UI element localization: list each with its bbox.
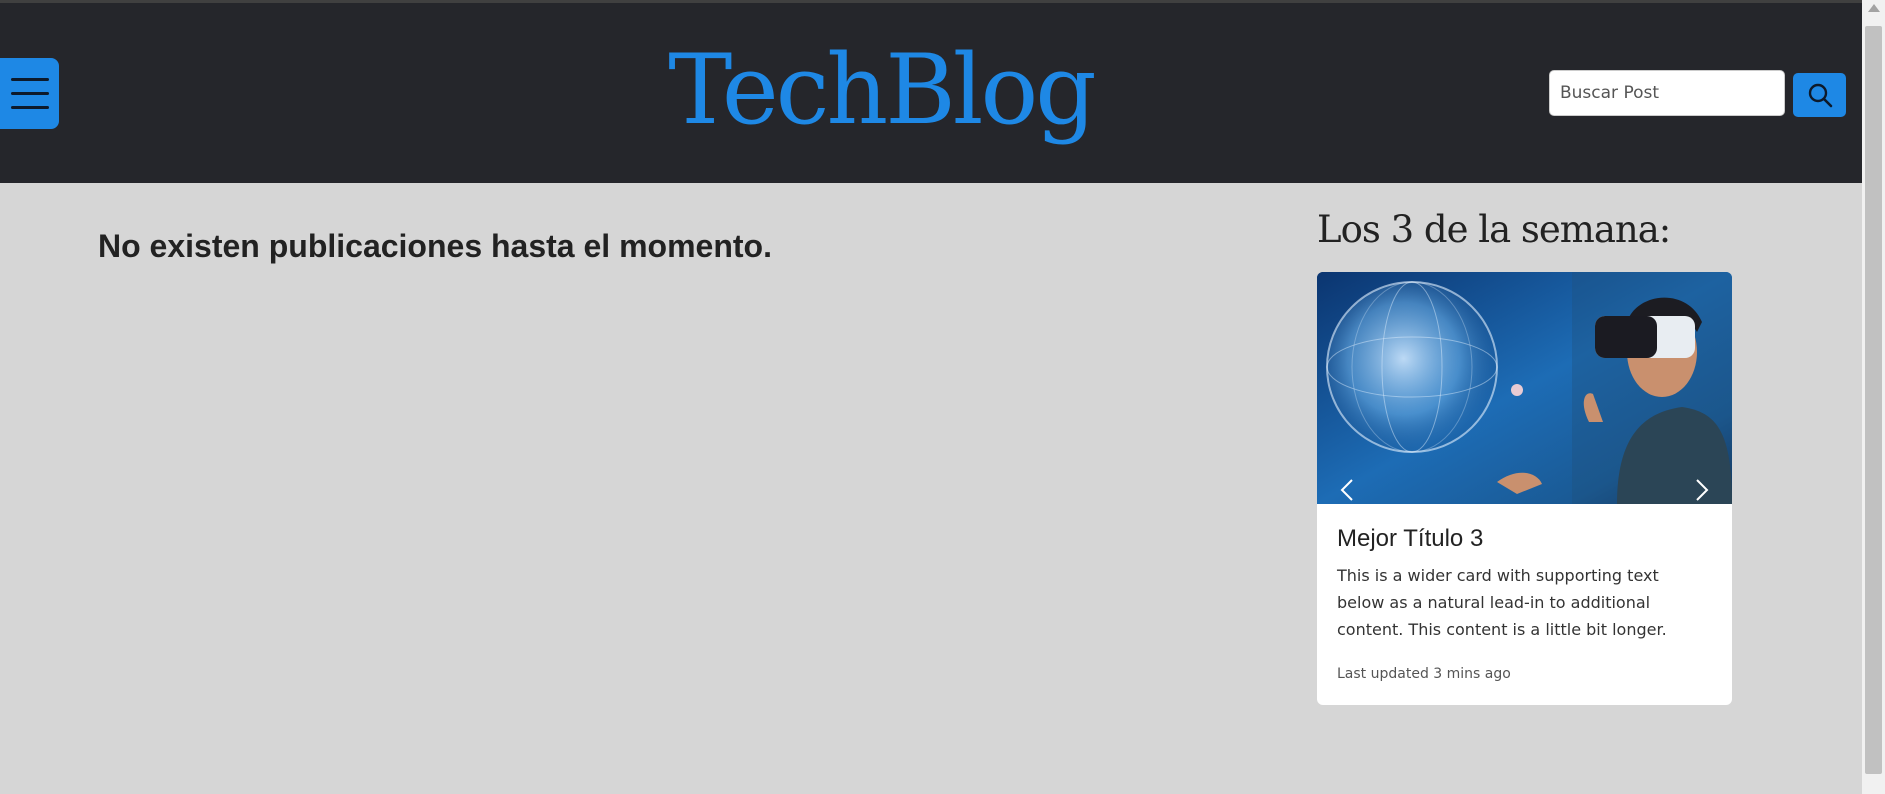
carousel-prev-icon[interactable] bbox=[1335, 477, 1361, 503]
scrollbar-thumb[interactable] bbox=[1865, 26, 1882, 774]
card-image bbox=[1317, 272, 1732, 504]
carousel-next-icon[interactable] bbox=[1688, 477, 1714, 503]
brand-title[interactable]: TechBlog bbox=[0, 35, 1762, 145]
scroll-up-arrow-icon[interactable] bbox=[1868, 4, 1880, 12]
search-button[interactable] bbox=[1793, 73, 1846, 117]
search-input[interactable] bbox=[1549, 70, 1785, 116]
card-text: This is a wider card with supporting tex… bbox=[1337, 566, 1667, 639]
search-icon bbox=[1808, 83, 1832, 108]
empty-posts-message: No existen publicaciones hasta el moment… bbox=[98, 228, 772, 264]
card-title[interactable]: Mejor Título 3 bbox=[1337, 525, 1483, 553]
navbar: TechBlog bbox=[0, 3, 1862, 183]
weekly-top-title: Los 3 de la semana: bbox=[1317, 208, 1671, 251]
vertical-scrollbar[interactable] bbox=[1862, 0, 1885, 794]
featured-post-card[interactable]: Mejor Título 3 This is a wider card with… bbox=[1317, 272, 1732, 705]
card-updated-time: Last updated 3 mins ago bbox=[1337, 666, 1511, 682]
